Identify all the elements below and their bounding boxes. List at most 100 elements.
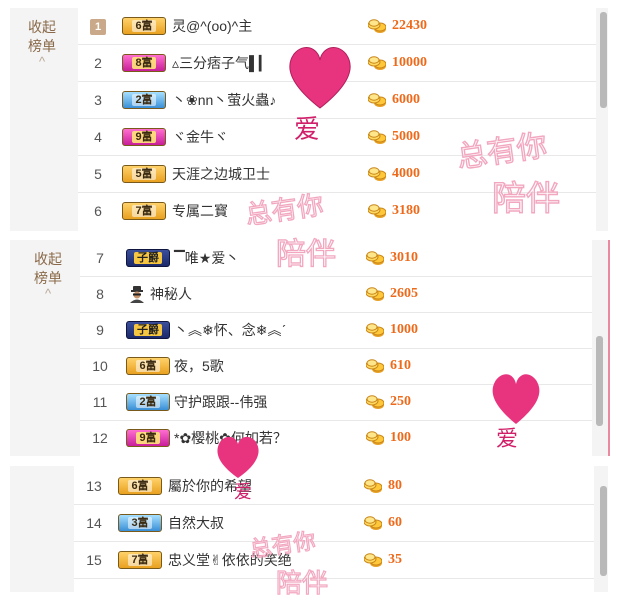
ranking-row[interactable]: 1 6富 灵@^(oo)^主 22430 — [78, 8, 596, 45]
collapse-label-line1: 收起 — [34, 251, 62, 267]
scrollbar-thumb[interactable] — [596, 336, 603, 426]
ranking-row[interactable]: 8 神秘人 2605 — [80, 276, 592, 313]
ranking-row[interactable]: 10 6富 夜，5歌 610 — [80, 348, 592, 385]
chevron-up-icon: ^ — [38, 54, 46, 69]
chevron-up-icon: ^ — [44, 286, 52, 301]
user-name[interactable]: 夜，5歌 — [174, 348, 224, 384]
scrollbar[interactable] — [600, 8, 607, 231]
rank-number: 5 — [94, 166, 102, 182]
gold-coin-icon — [368, 130, 386, 144]
gold-coin-icon — [364, 553, 382, 567]
ranking-row[interactable]: 6 7富 专属二寳 3180 — [78, 193, 596, 229]
gold-coin-icon — [366, 359, 384, 373]
score-value: 1000 — [390, 322, 418, 337]
gold-coin-icon — [368, 93, 386, 107]
scrollbar-thumb[interactable] — [600, 12, 607, 108]
ranking-row[interactable]: 12 9富 *✿樱桃✿何如若？ 100 — [80, 420, 592, 456]
gold-coin-icon — [366, 395, 384, 409]
score-value: 22430 — [392, 18, 427, 33]
vip-level-badge: 6富 — [122, 17, 166, 35]
mystery-person-icon — [130, 286, 144, 303]
scrollbar[interactable] — [596, 240, 603, 456]
user-name[interactable]: 神秘人 — [150, 276, 192, 312]
gold-coin-icon — [368, 56, 386, 70]
ranking-list: 1 6富 灵@^(oo)^主 22430 2 8富 ▵三分痞子气▌▎ 10000… — [78, 8, 596, 231]
gold-coin-icon — [366, 251, 384, 265]
score-value: 250 — [390, 394, 411, 409]
ranking-panel-3: 13 6富 屬於你的希望 80 14 3富 自然大叔 60 15 7富 忠义堂✌… — [10, 466, 608, 592]
user-name[interactable]: 灵@^(oo)^主 — [172, 8, 252, 44]
collapse-label-line2: 榜单 — [28, 38, 56, 54]
user-name[interactable]: ヾ金牛ヾ — [172, 119, 228, 155]
score-value: 5000 — [392, 129, 420, 144]
rank-number: 4 — [94, 129, 102, 145]
vip-level-badge: 9富 — [126, 429, 170, 447]
ranking-row[interactable]: 14 3富 自然大叔 60 — [74, 505, 594, 542]
score-value: 60 — [388, 515, 402, 530]
score-value: 3010 — [390, 250, 418, 265]
vip-level-badge: 8富 — [122, 54, 166, 72]
rank-number: 2 — [94, 55, 102, 71]
rank-number: 14 — [86, 515, 102, 531]
user-name[interactable]: 专属二寳 — [172, 193, 228, 229]
score-value: 35 — [388, 552, 402, 567]
ranking-row[interactable]: 2 8富 ▵三分痞子气▌▎ 10000 — [78, 45, 596, 82]
ranking-list: 13 6富 屬於你的希望 80 14 3富 自然大叔 60 15 7富 忠义堂✌… — [74, 466, 594, 592]
vip-level-badge: 9富 — [122, 128, 166, 146]
ranking-row[interactable]: 11 2富 守护跟跟--伟强 250 — [80, 384, 592, 421]
rank-number: 15 — [86, 552, 102, 568]
ranking-row[interactable]: 7 子爵 ▔唯★爱丶 3010 — [80, 240, 592, 277]
user-name[interactable]: 忠义堂✌依依的笑绝 — [168, 542, 292, 578]
user-name[interactable]: 丶❀nn丶萤火蟲♪ — [172, 82, 276, 118]
rank-badge: 1 — [90, 19, 106, 36]
vip-level-badge: 7富 — [122, 202, 166, 220]
score-value: 6000 — [392, 92, 420, 107]
score-value: 4000 — [392, 166, 420, 181]
gold-coin-icon — [366, 431, 384, 445]
user-name[interactable]: 自然大叔 — [168, 505, 224, 541]
gold-coin-icon — [368, 204, 386, 218]
ranking-row[interactable]: 5 5富 天涯之边城卫士 4000 — [78, 156, 596, 193]
ranking-panel-2: 收起 榜单 ^ 7 子爵 ▔唯★爱丶 3010 8 神秘人 2605 9 子爵 … — [10, 240, 610, 456]
ranking-row[interactable]: 3 2富 丶❀nn丶萤火蟲♪ 6000 — [78, 82, 596, 119]
user-name[interactable]: ▔唯★爱丶 — [174, 240, 239, 276]
gold-coin-icon — [368, 19, 386, 33]
vip-level-badge: 3富 — [118, 514, 162, 532]
user-name[interactable]: 天涯之边城卫士 — [172, 156, 270, 192]
vip-level-badge: 2富 — [122, 91, 166, 109]
rank-number: 9 — [96, 322, 104, 338]
rank-number: 13 — [86, 478, 102, 494]
user-name[interactable]: 丶︽❄怀、念❄︽ˊ — [174, 312, 286, 348]
rank-number: 1 — [78, 8, 118, 44]
rank-number: 8 — [96, 286, 104, 302]
vip-level-badge: 7富 — [118, 551, 162, 569]
rank-number: 6 — [94, 203, 102, 219]
scrollbar[interactable] — [600, 466, 607, 592]
rank-number: 3 — [94, 92, 102, 108]
collapse-list-button[interactable]: 收起 榜单 ^ — [28, 250, 68, 300]
ranking-row[interactable]: 15 7富 忠义堂✌依依的笑绝 35 — [74, 542, 594, 579]
ranking-row[interactable]: 9 子爵 丶︽❄怀、念❄︽ˊ 1000 — [80, 312, 592, 349]
user-name[interactable]: 守护跟跟--伟强 — [174, 384, 267, 420]
score-value: 2605 — [390, 286, 418, 301]
scrollbar-thumb[interactable] — [600, 486, 607, 576]
score-value: 3180 — [392, 203, 420, 218]
rank-number: 12 — [92, 430, 108, 446]
ranking-row[interactable]: 4 9富 ヾ金牛ヾ 5000 — [78, 119, 596, 156]
score-value: 610 — [390, 358, 411, 373]
rank-number: 7 — [96, 250, 104, 266]
collapse-list-button[interactable]: 收起 榜单 ^ — [22, 18, 62, 68]
gold-coin-icon — [364, 479, 382, 493]
vip-level-badge: 子爵 — [126, 321, 170, 339]
rank-number: 10 — [92, 358, 108, 374]
user-name[interactable]: ▵三分痞子气▌▎ — [172, 45, 270, 81]
score-value: 100 — [390, 430, 411, 445]
collapse-label-line2: 榜单 — [34, 270, 62, 286]
ranking-row[interactable]: 13 6富 屬於你的希望 80 — [74, 468, 594, 505]
score-value: 80 — [388, 478, 402, 493]
rank-number: 11 — [92, 394, 108, 410]
user-name[interactable]: 屬於你的希望 — [168, 468, 252, 504]
user-name[interactable]: *✿樱桃✿何如若？ — [174, 420, 287, 456]
gold-coin-icon — [366, 323, 384, 337]
vip-level-badge: 5富 — [122, 165, 166, 183]
